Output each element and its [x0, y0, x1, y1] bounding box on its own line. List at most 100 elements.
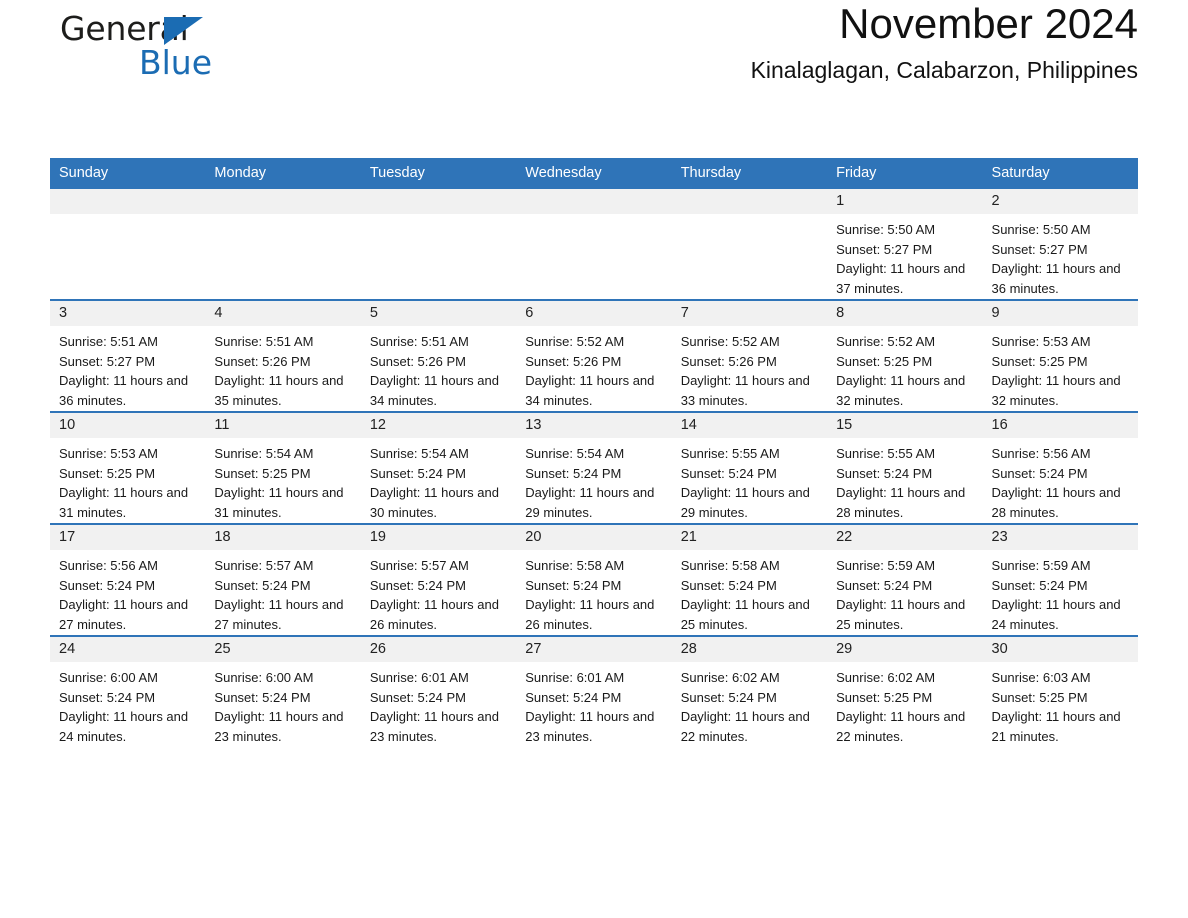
calendar-day-cell[interactable]: 30 Sunrise: 6:03 AM Sunset: 5:25 PM Dayligh… — [982, 635, 1138, 747]
sunset-text: Sunset: 5:25 PM — [836, 689, 933, 705]
day-number: 5 — [360, 301, 517, 326]
sunrise-text: Sunrise: 5:56 AM — [991, 446, 1091, 461]
calendar-day-cell[interactable]: 7 Sunrise: 5:52 AM Sunset: 5:26 PM Daylight… — [671, 299, 828, 412]
day-number: 28 — [671, 637, 828, 662]
calendar-day-cell[interactable]: 24 Sunrise: 6:00 AM Sunset: 5:24 PM Dayligh… — [50, 635, 206, 747]
calendar-day-cell[interactable]: 28 Sunrise: 6:02 AM Sunset: 5:24 PM Dayligh… — [671, 635, 828, 747]
location-subtitle: Kinalaglagan, Calabarzon, Philippines — [750, 57, 1138, 84]
sunset-text: Sunset: 5:24 PM — [525, 689, 622, 705]
calendar-day-cell[interactable]: 10 Sunrise: 5:53 AM Sunset: 5:25 PM Dayligh… — [50, 411, 206, 524]
calendar-day-cell[interactable]: 8 Sunrise: 5:52 AM Sunset: 5:25 PM Daylight… — [827, 299, 983, 412]
calendar-day-cell[interactable]: 27 Sunrise: 6:01 AM Sunset: 5:24 PM Dayligh… — [516, 635, 672, 747]
calendar-day-cell[interactable]: 18 Sunrise: 5:57 AM Sunset: 5:24 PM Dayligh… — [205, 523, 361, 636]
day-number: 18 — [205, 525, 361, 550]
logo-triangle-icon — [164, 17, 203, 45]
daylight-text: Daylight: 11 hours and 37 minutes. — [836, 261, 966, 296]
calendar-day-cell[interactable]: 14 Sunrise: 5:55 AM Sunset: 5:24 PM Dayligh… — [671, 411, 828, 524]
day-number — [205, 189, 361, 214]
day-number: 20 — [516, 525, 672, 550]
day-details: Sunrise: 5:55 AM Sunset: 5:24 PM Daylight:… — [827, 438, 982, 522]
daylight-text: Daylight: 11 hours and 22 minutes. — [836, 709, 966, 744]
day-details: Sunrise: 5:59 AM Sunset: 5:24 PM Daylight:… — [827, 550, 982, 634]
daylight-text: Daylight: 11 hours and 24 minutes. — [59, 709, 189, 744]
calendar-day-cell[interactable]: 21 Sunrise: 5:58 AM Sunset: 5:24 PM Dayligh… — [671, 523, 828, 636]
sunrise-text: Sunrise: 5:52 AM — [836, 334, 936, 349]
daylight-text: Daylight: 11 hours and 25 minutes. — [680, 597, 810, 632]
calendar-day-cell[interactable]: 11 Sunrise: 5:54 AM Sunset: 5:25 PM Dayligh… — [205, 411, 361, 524]
daylight-text: Daylight: 11 hours and 26 minutes. — [369, 597, 499, 632]
daylight-text: Daylight: 11 hours and 32 minutes. — [991, 373, 1121, 408]
sunset-text: Sunset: 5:25 PM — [59, 465, 156, 481]
calendar-day-cell[interactable]: 19 Sunrise: 5:57 AM Sunset: 5:24 PM Dayligh… — [360, 523, 517, 636]
day-number — [360, 189, 517, 214]
calendar-week-row: 10 Sunrise: 5:53 AM Sunset: 5:25 PM Dayligh… — [50, 411, 1138, 524]
day-details: Sunrise: 6:02 AM Sunset: 5:24 PM Daylight:… — [672, 662, 827, 746]
day-details: Sunrise: 5:58 AM Sunset: 5:24 PM Daylight:… — [672, 550, 827, 634]
day-number: 4 — [205, 301, 361, 326]
sunset-text: Sunset: 5:25 PM — [836, 353, 933, 369]
sunset-text: Sunset: 5:24 PM — [214, 689, 311, 705]
daylight-text: Daylight: 11 hours and 30 minutes. — [369, 485, 499, 520]
sunset-text: Sunset: 5:24 PM — [369, 465, 466, 481]
calendar-day-cell[interactable]: 1 Sunrise: 5:50 AM Sunset: 5:27 PM Daylight… — [827, 189, 983, 300]
day-details: Sunrise: 5:53 AM Sunset: 5:25 PM Daylight:… — [50, 438, 205, 522]
sunrise-text: Sunrise: 5:51 AM — [369, 334, 469, 349]
daylight-text: Daylight: 11 hours and 35 minutes. — [214, 373, 344, 408]
sunrise-text: Sunrise: 5:59 AM — [836, 558, 936, 573]
calendar-day-cell[interactable]: 22 Sunrise: 5:59 AM Sunset: 5:24 PM Dayligh… — [827, 523, 983, 636]
daylight-text: Daylight: 11 hours and 31 minutes. — [59, 485, 189, 520]
calendar-day-cell[interactable]: 20 Sunrise: 5:58 AM Sunset: 5:24 PM Dayligh… — [516, 523, 672, 636]
day-number: 6 — [516, 301, 672, 326]
day-details: Sunrise: 6:03 AM Sunset: 5:25 PM Daylight:… — [983, 662, 1138, 746]
daylight-text: Daylight: 11 hours and 28 minutes. — [836, 485, 966, 520]
day-details: Sunrise: 5:51 AM Sunset: 5:27 PM Daylight:… — [50, 326, 205, 410]
calendar-day-cell[interactable]: 4 Sunrise: 5:51 AM Sunset: 5:26 PM Daylight… — [205, 299, 361, 412]
daylight-text: Daylight: 11 hours and 21 minutes. — [991, 709, 1121, 744]
calendar-day-cell[interactable]: 12 Sunrise: 5:54 AM Sunset: 5:24 PM Dayligh… — [360, 411, 517, 524]
calendar-day-cell-empty — [671, 189, 828, 300]
calendar-day-cell-empty — [360, 189, 517, 300]
calendar-day-cell[interactable]: 9 Sunrise: 5:53 AM Sunset: 5:25 PM Daylight… — [982, 299, 1138, 412]
calendar-day-cell[interactable]: 23 Sunrise: 5:59 AM Sunset: 5:24 PM Dayligh… — [982, 523, 1138, 636]
calendar-day-cell-empty — [205, 189, 361, 300]
calendar-day-cell[interactable]: 29 Sunrise: 6:02 AM Sunset: 5:25 PM Dayligh… — [827, 635, 983, 747]
sunset-text: Sunset: 5:24 PM — [525, 465, 622, 481]
sunset-text: Sunset: 5:25 PM — [214, 465, 311, 481]
sunset-text: Sunset: 5:24 PM — [836, 465, 933, 481]
sunrise-text: Sunrise: 5:54 AM — [525, 446, 625, 461]
sunrise-text: Sunrise: 5:56 AM — [59, 558, 158, 573]
weekday-header-sunday: Sunday — [50, 158, 206, 189]
sunrise-text: Sunrise: 5:54 AM — [369, 446, 469, 461]
calendar-day-cell[interactable]: 25 Sunrise: 6:00 AM Sunset: 5:24 PM Dayligh… — [205, 635, 361, 747]
calendar-day-cell[interactable]: 6 Sunrise: 5:52 AM Sunset: 5:26 PM Daylight… — [516, 299, 672, 412]
sunset-text: Sunset: 5:24 PM — [525, 577, 622, 593]
calendar-day-cell[interactable]: 16 Sunrise: 5:56 AM Sunset: 5:24 PM Dayligh… — [982, 411, 1138, 524]
daylight-text: Daylight: 11 hours and 27 minutes. — [59, 597, 189, 632]
sunrise-text: Sunrise: 5:54 AM — [214, 446, 314, 461]
daylight-text: Daylight: 11 hours and 25 minutes. — [836, 597, 966, 632]
sunset-text: Sunset: 5:24 PM — [991, 577, 1088, 593]
calendar-week-row: 17 Sunrise: 5:56 AM Sunset: 5:24 PM Dayligh… — [50, 523, 1138, 636]
day-number: 21 — [671, 525, 828, 550]
month-calendar: Sunday Monday Tuesday Wednesday Thursday… — [50, 158, 1138, 747]
day-number — [516, 189, 672, 214]
day-number: 12 — [360, 413, 517, 438]
calendar-day-cell[interactable]: 15 Sunrise: 5:55 AM Sunset: 5:24 PM Dayligh… — [827, 411, 983, 524]
daylight-text: Daylight: 11 hours and 22 minutes. — [680, 709, 810, 744]
calendar-day-cell[interactable]: 17 Sunrise: 5:56 AM Sunset: 5:24 PM Dayligh… — [50, 523, 206, 636]
weekday-header-tuesday: Tuesday — [360, 158, 517, 189]
day-number: 19 — [360, 525, 517, 550]
daylight-text: Daylight: 11 hours and 23 minutes. — [214, 709, 344, 744]
calendar-day-cell[interactable]: 13 Sunrise: 5:54 AM Sunset: 5:24 PM Dayligh… — [516, 411, 672, 524]
daylight-text: Daylight: 11 hours and 31 minutes. — [214, 485, 344, 520]
day-details: Sunrise: 5:51 AM Sunset: 5:26 PM Daylight:… — [361, 326, 516, 410]
calendar-day-cell[interactable]: 2 Sunrise: 5:50 AM Sunset: 5:27 PM Daylight… — [982, 189, 1138, 300]
sunrise-text: Sunrise: 6:02 AM — [836, 670, 936, 685]
calendar-day-cell[interactable]: 5 Sunrise: 5:51 AM Sunset: 5:26 PM Daylight… — [360, 299, 517, 412]
calendar-day-cell[interactable]: 3 Sunrise: 5:51 AM Sunset: 5:27 PM Daylight… — [50, 299, 206, 412]
day-details: Sunrise: 5:52 AM Sunset: 5:26 PM Daylight:… — [672, 326, 827, 410]
calendar-day-cell[interactable]: 26 Sunrise: 6:01 AM Sunset: 5:24 PM Dayligh… — [360, 635, 517, 747]
day-details: Sunrise: 5:50 AM Sunset: 5:27 PM Daylight:… — [827, 214, 982, 298]
calendar-week-row: 1 Sunrise: 5:50 AM Sunset: 5:27 PM Daylight… — [50, 189, 1138, 300]
sunset-text: Sunset: 5:27 PM — [59, 353, 156, 369]
